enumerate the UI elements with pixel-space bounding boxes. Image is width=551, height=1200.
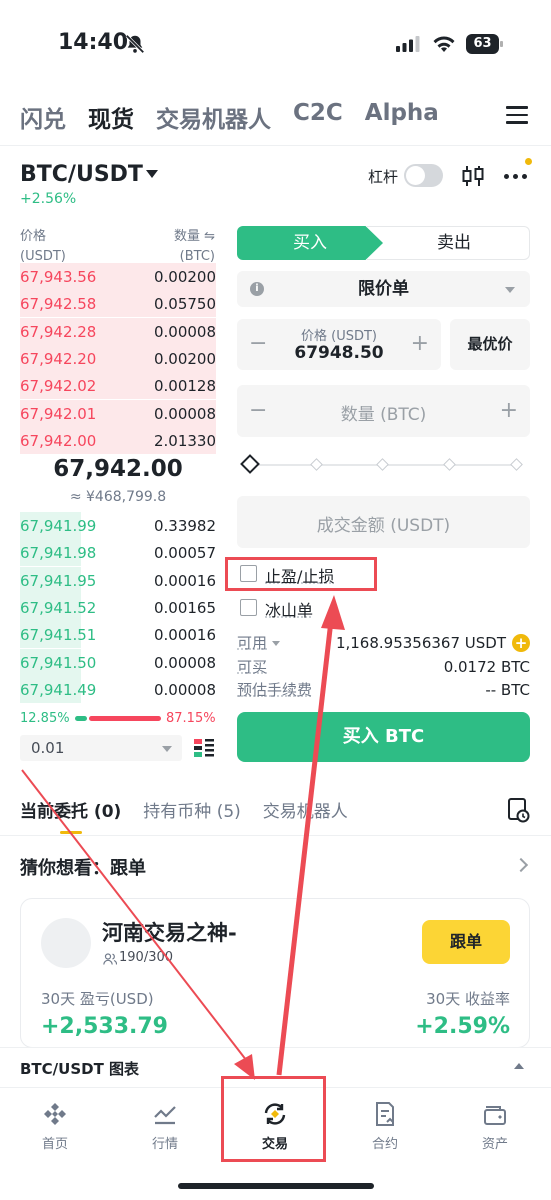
annotation-line: [21, 769, 251, 1066]
home-indicator: [178, 1183, 374, 1189]
annotation-arrowhead: [321, 595, 345, 630]
annotation-line: [276, 611, 335, 1076]
annotation-arrows: [21, 595, 345, 1080]
